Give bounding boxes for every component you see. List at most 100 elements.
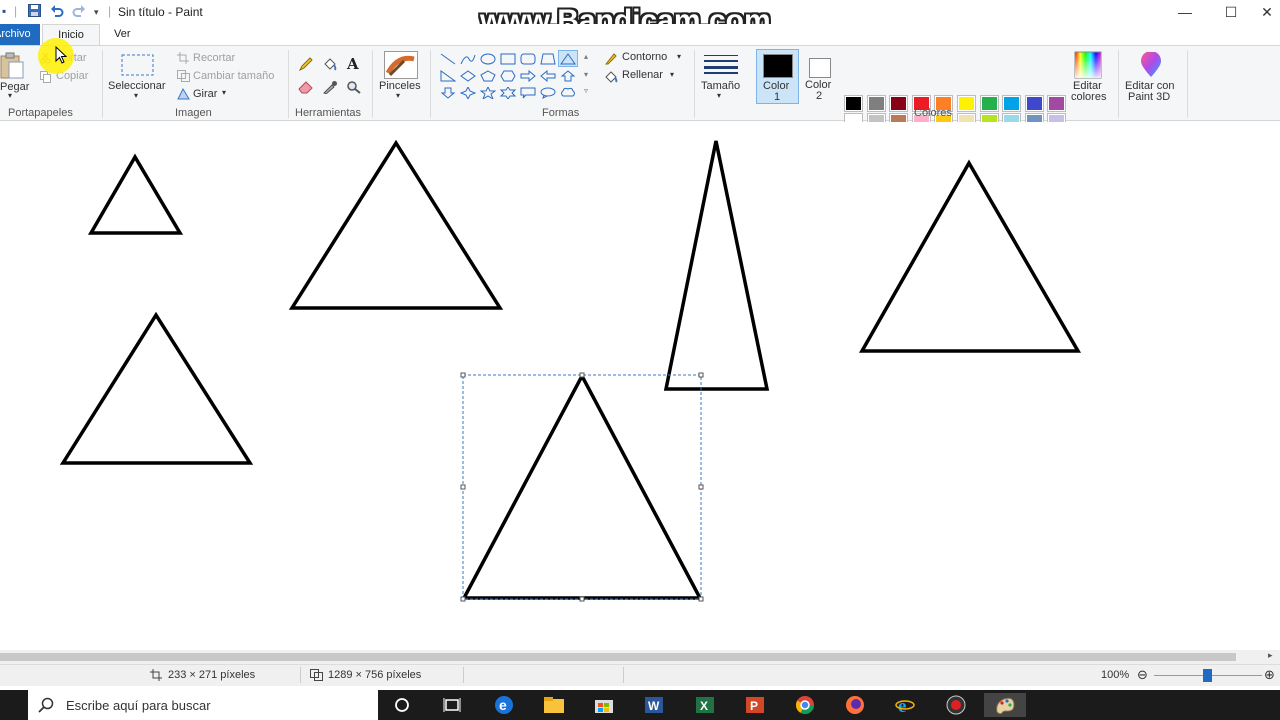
zoom-out-button[interactable]: ⊖	[1137, 667, 1148, 683]
task-view-icon[interactable]	[433, 693, 471, 717]
select-icon[interactable]	[121, 54, 154, 79]
palette-swatch[interactable]	[957, 95, 976, 112]
palette-swatch[interactable]	[844, 95, 863, 112]
maximize-button[interactable]: ☐	[1208, 2, 1254, 22]
chrome-icon[interactable]	[786, 693, 824, 717]
crop-icon[interactable]	[177, 52, 189, 67]
excel-icon[interactable]: X	[686, 693, 724, 717]
customize-qa-icon[interactable]: ▾	[94, 7, 99, 18]
tab-archivo[interactable]: Archivo	[0, 24, 40, 45]
shape-hexagon-icon[interactable]	[498, 67, 518, 84]
firefox-icon[interactable]	[836, 693, 874, 717]
palette-swatch[interactable]	[1002, 95, 1022, 112]
store-icon[interactable]	[585, 693, 623, 717]
outline-button[interactable]: Contorno	[622, 51, 667, 63]
selection-handle[interactable]	[698, 484, 704, 490]
shape-triangle-icon[interactable]	[558, 50, 578, 67]
selection-box[interactable]	[460, 372, 704, 602]
scrollbar-thumb[interactable]	[0, 653, 1236, 661]
palette-swatch[interactable]	[889, 95, 909, 112]
shape-curve-icon[interactable]	[458, 50, 478, 67]
taskbar-search-box[interactable]: Escribe aquí para buscar	[28, 690, 378, 720]
internet-explorer-icon[interactable]: e	[886, 693, 924, 717]
shape-up-arrow-icon[interactable]	[558, 67, 578, 84]
shape-down-arrow-icon[interactable]	[438, 84, 458, 101]
outline-dropdown-icon[interactable]: ▾	[677, 52, 681, 61]
resize-icon[interactable]	[177, 70, 190, 85]
fill-icon[interactable]	[604, 70, 618, 86]
drawing-canvas[interactable]	[0, 122, 1280, 650]
shape-four-point-star-icon[interactable]	[458, 84, 478, 101]
shape-six-point-star-icon[interactable]	[498, 84, 518, 101]
shape-right-arrow-icon[interactable]	[518, 67, 538, 84]
rotate-button[interactable]: Girar	[193, 88, 217, 100]
edit-colors-icon[interactable]	[1074, 51, 1102, 82]
rotate-dropdown-icon[interactable]: ▾	[222, 88, 226, 97]
shape-line-icon[interactable]	[438, 50, 458, 67]
shapes-scroll-up-icon[interactable]: ▴	[584, 52, 588, 61]
outline-icon[interactable]	[604, 52, 618, 68]
shape-diamond-icon[interactable]	[458, 67, 478, 84]
file-explorer-icon[interactable]	[535, 693, 573, 717]
crop-button[interactable]: Recortar	[193, 52, 235, 64]
selection-handle[interactable]	[579, 596, 585, 602]
text-tool-icon[interactable]: A	[347, 55, 359, 73]
selection-handle[interactable]	[579, 372, 585, 378]
scroll-right-icon[interactable]: ▸	[1268, 650, 1273, 661]
brushes-dropdown-icon[interactable]: ▾	[396, 91, 400, 100]
minimize-button[interactable]: —	[1162, 2, 1208, 22]
selection-handle[interactable]	[460, 484, 466, 490]
paste-icon[interactable]	[0, 52, 26, 83]
palette-swatch[interactable]	[1024, 95, 1044, 112]
shapes-expand-icon[interactable]: ▿	[584, 86, 588, 95]
shape-rounded-rectangle-icon[interactable]	[518, 50, 538, 67]
palette-swatch[interactable]	[866, 95, 886, 112]
save-icon[interactable]	[28, 4, 41, 20]
color-picker-icon[interactable]	[322, 80, 338, 97]
color2-button[interactable]: Color 2	[802, 49, 838, 104]
palette-swatch[interactable]	[1047, 95, 1067, 112]
pencil-icon[interactable]	[298, 56, 314, 75]
resize-button[interactable]: Cambiar tamaño	[193, 70, 274, 82]
powerpoint-icon[interactable]: P	[736, 693, 774, 717]
size-icon[interactable]	[704, 54, 738, 77]
fill-dropdown-icon[interactable]: ▾	[670, 70, 674, 79]
shape-polygon-icon[interactable]	[538, 50, 558, 67]
shape-oval-icon[interactable]	[478, 50, 498, 67]
rotate-icon[interactable]	[177, 87, 190, 103]
close-button[interactable]: ✕	[1254, 2, 1280, 22]
fill-button[interactable]: Rellenar	[622, 69, 663, 81]
selection-handle[interactable]	[460, 596, 466, 602]
shapes-scroll-down-icon[interactable]: ▾	[584, 70, 588, 79]
horizontal-scrollbar[interactable]: ▸	[0, 650, 1280, 664]
tab-ver[interactable]: Ver	[114, 24, 131, 45]
fill-bucket-icon[interactable]	[322, 56, 338, 75]
zoom-in-button[interactable]: ⊕	[1264, 667, 1275, 683]
shape-oval-callout-icon[interactable]	[538, 84, 558, 101]
zoom-slider-thumb[interactable]	[1203, 669, 1212, 682]
paint3d-line2[interactable]: Paint 3D	[1128, 91, 1170, 103]
paint-taskbar-icon[interactable]	[984, 693, 1026, 717]
shape-rect-callout-icon[interactable]	[518, 84, 538, 101]
eraser-icon[interactable]	[298, 80, 314, 97]
magnifier-icon[interactable]	[346, 80, 362, 97]
shape-right-triangle-icon[interactable]	[438, 67, 458, 84]
shape-cloud-callout-icon[interactable]	[558, 84, 578, 101]
word-icon[interactable]: W	[635, 693, 673, 717]
bandicam-icon[interactable]	[937, 693, 975, 717]
shape-left-arrow-icon[interactable]	[538, 67, 558, 84]
size-dropdown-icon[interactable]: ▾	[717, 91, 721, 100]
shape-rectangle-icon[interactable]	[498, 50, 518, 67]
shape-five-point-star-icon[interactable]	[478, 84, 498, 101]
selection-handle[interactable]	[460, 372, 466, 378]
select-dropdown-icon[interactable]: ▾	[134, 91, 138, 100]
color1-button[interactable]: Color 1	[756, 49, 799, 104]
paste-dropdown-icon[interactable]: ▾	[8, 91, 12, 100]
paste-button[interactable]: Pegar	[0, 81, 29, 93]
palette-swatch[interactable]	[979, 95, 999, 112]
redo-icon[interactable]	[72, 4, 86, 20]
paint3d-icon[interactable]	[1139, 51, 1163, 81]
undo-icon[interactable]	[50, 4, 64, 20]
cortana-icon[interactable]	[383, 693, 421, 717]
selection-handle[interactable]	[698, 596, 704, 602]
